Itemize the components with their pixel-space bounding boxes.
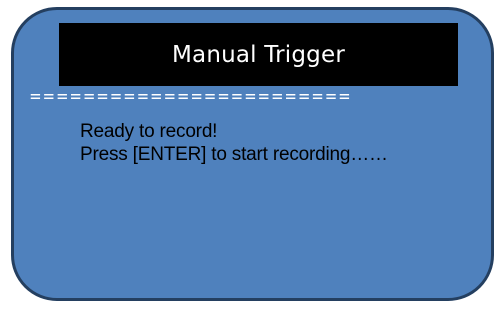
status-message: Ready to record! Press [ENTER] to start … <box>80 120 388 166</box>
ready-message: Ready to record! <box>80 121 218 142</box>
device-screen: Manual Trigger ======================== … <box>11 7 494 301</box>
screen-title: Manual Trigger <box>59 23 458 86</box>
divider-line: ======================== <box>30 86 353 107</box>
enter-instruction: Press [ENTER] to start recording…… <box>80 144 388 165</box>
